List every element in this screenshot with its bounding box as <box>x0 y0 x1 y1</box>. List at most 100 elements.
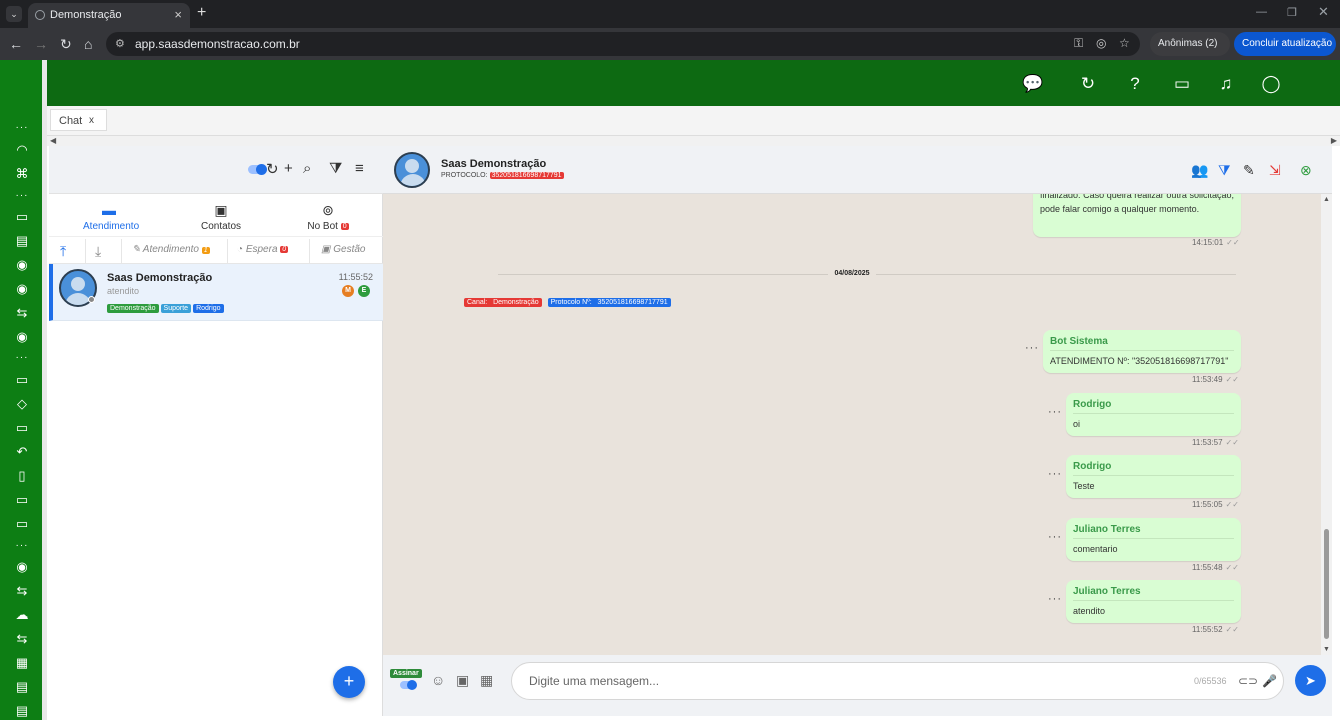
message-bubble: finalizado. Caso queira realizar outra s… <box>1033 194 1241 237</box>
tab-chat[interactable]: Chat x <box>50 109 107 131</box>
protocol-line: PROTOCOLO: 352051816698717791 <box>441 172 564 179</box>
folder-icon[interactable]: ▭ <box>14 421 30 435</box>
user-profile-icon[interactable]: ◯ <box>1260 74 1282 96</box>
conversation-item[interactable]: Saas Demonstração atendito 11:55:52 M E … <box>49 264 383 321</box>
message-icon[interactable]: ▭ <box>14 373 30 387</box>
download-arrow-icon[interactable]: ⤓ <box>95 243 101 260</box>
group-users-icon[interactable]: 👥 <box>1191 162 1208 179</box>
bell-icon[interactable]: ♫ <box>1215 74 1237 96</box>
browser-tab[interactable]: Demonstração × <box>28 3 190 28</box>
online-toggle[interactable] <box>248 164 267 175</box>
update-button[interactable]: Concluir atualização <box>1234 32 1336 56</box>
message-menu-icon[interactable]: ··· <box>1025 342 1039 354</box>
integration-icon[interactable]: ⇆ <box>14 632 30 646</box>
id-card-icon[interactable]: ▭ <box>14 210 30 224</box>
user-group-icon[interactable]: ◉ <box>14 330 30 344</box>
filter-gestao-label: Gestão <box>333 244 366 255</box>
message-text: comentario <box>1073 544 1118 554</box>
tab-search-dropdown-icon[interactable]: ⌄ <box>6 6 22 22</box>
incognito-button[interactable]: Anônimas (2) <box>1150 32 1230 56</box>
transfer-user-icon[interactable]: ✎ <box>1243 162 1255 179</box>
sidebar-dots-icon: ··· <box>15 190 29 201</box>
message-author: Juliano Terres <box>1073 524 1234 539</box>
bookmark-icon[interactable]: ▯ <box>14 469 30 483</box>
restore-icon[interactable]: ❐ <box>1287 6 1297 19</box>
horizontal-scrollbar[interactable]: ◀ ▶ <box>47 136 1340 146</box>
conversation-name: Saas Demonstração <box>107 272 213 284</box>
forward-icon[interactable]: → <box>34 36 48 52</box>
notes-icon[interactable]: ▤ <box>14 704 30 718</box>
send-button[interactable]: ➤ <box>1295 665 1326 696</box>
export-icon[interactable]: ⇲ <box>1269 162 1281 179</box>
message-text: oi <box>1073 419 1081 429</box>
refresh-icon[interactable]: ↻ <box>266 160 279 178</box>
schedule-icon[interactable]: ▦ <box>480 672 493 689</box>
sign-toggle[interactable] <box>400 680 417 690</box>
message-menu-icon[interactable]: ··· <box>1048 593 1062 605</box>
scroll-right-icon[interactable]: ▶ <box>1331 136 1337 145</box>
chats-icon[interactable]: 💬 <box>1022 74 1044 96</box>
star-icon[interactable]: ☆ <box>1119 36 1130 50</box>
reply-icon[interactable]: ↶ <box>14 445 30 459</box>
search-icon[interactable]: ⌕ <box>303 160 311 177</box>
composer: Assinar ☺ ▣ ▦ Digite uma mensagem... 0/6… <box>383 655 1332 716</box>
contact-avatar[interactable] <box>394 152 430 188</box>
back-icon[interactable]: ← <box>9 36 23 52</box>
filter-gestao[interactable]: ▣ Gestão <box>321 244 365 255</box>
scroll-up-icon[interactable]: ▲ <box>1323 196 1330 203</box>
refresh-icon[interactable]: ↻ <box>1077 74 1099 96</box>
upload-arrow-icon[interactable]: ⤒ <box>60 243 66 260</box>
calendar-icon[interactable]: ▦ <box>14 656 30 670</box>
sync-icon[interactable]: ⇆ <box>14 584 30 598</box>
close-tab-icon[interactable]: × <box>174 7 182 22</box>
new-tab-icon[interactable]: + <box>197 4 206 22</box>
help-icon[interactable]: ? <box>1124 74 1146 96</box>
message-input[interactable]: Digite uma mensagem... 0/65536 ⊂⊃ 🎤 <box>511 662 1284 700</box>
site-settings-icon[interactable]: ⚙ <box>115 37 125 50</box>
report-icon[interactable]: ▤ <box>14 680 30 694</box>
quick-reply-icon[interactable]: ▣ <box>456 672 469 689</box>
tab-chat-close[interactable]: x <box>89 115 94 126</box>
sort-menu-icon[interactable]: ≡ <box>355 160 364 177</box>
announcement-icon[interactable]: ▭ <box>1171 74 1193 96</box>
chat-icon[interactable]: ▭ <box>14 493 30 507</box>
message-menu-icon[interactable]: ··· <box>1048 531 1062 543</box>
chat-lines-icon[interactable]: ▭ <box>14 517 30 531</box>
close-ticket-icon[interactable]: ⊗ <box>1300 162 1312 179</box>
reload-icon[interactable]: ↻ <box>60 36 72 53</box>
microphone-icon[interactable]: 🎤 <box>1262 674 1277 688</box>
minimize-icon[interactable]: — <box>1256 6 1267 18</box>
user-gear-icon[interactable]: ◉ <box>14 282 30 296</box>
tab-no-bot[interactable]: ⊚ No Bot 0 <box>305 202 351 232</box>
filter-icon[interactable]: ⧩ <box>329 160 342 177</box>
home-icon[interactable]: ⌂ <box>84 36 92 52</box>
cloud-icon[interactable]: ☁ <box>14 608 30 622</box>
eye-off-icon[interactable]: ◎ <box>1096 36 1106 50</box>
tab-contatos[interactable]: ▣ Contatos <box>197 202 245 232</box>
key-icon[interactable]: ⚿ <box>1074 36 1083 51</box>
filter-atendimento[interactable]: ✎ Atendimento 1 <box>132 244 210 255</box>
new-conversation-button[interactable]: + <box>333 666 365 698</box>
message-menu-icon[interactable]: ··· <box>1048 406 1062 418</box>
tag-icon[interactable]: ◇ <box>14 397 30 411</box>
user-icon[interactable]: ◉ <box>14 258 30 272</box>
user-config-icon[interactable]: ◉ <box>14 560 30 574</box>
attach-icon[interactable]: ⊂⊃ <box>1238 674 1258 688</box>
message-menu-icon[interactable]: ··· <box>1048 468 1062 480</box>
document-icon[interactable]: ▤ <box>14 234 30 248</box>
tab-contatos-label: Contatos <box>200 221 242 232</box>
scroll-down-icon[interactable]: ▼ <box>1323 646 1330 653</box>
close-window-icon[interactable]: ✕ <box>1318 4 1329 20</box>
scroll-left-icon[interactable]: ◀ <box>50 136 56 145</box>
org-chart-icon[interactable]: ⌘ <box>14 167 30 181</box>
emoji-icon[interactable]: ☺ <box>431 672 445 688</box>
add-icon[interactable]: + <box>284 160 293 177</box>
scrollbar-thumb[interactable] <box>1324 529 1329 639</box>
filter-espera[interactable]: ◔ Espera 0 <box>237 244 289 255</box>
filter-icon[interactable]: ⧩ <box>1218 162 1231 179</box>
dashboard-gauge-icon[interactable]: ◠ <box>14 143 30 157</box>
message-scrollbar[interactable]: ▲ ▼ <box>1321 194 1332 655</box>
tab-atendimento[interactable]: ▬ Atendimento <box>83 202 139 232</box>
url-field[interactable]: ⚙ app.saasdemonstracao.com.br ⚿ ◎ ☆ <box>106 32 1140 56</box>
transfer-icon[interactable]: ⇆ <box>14 306 30 320</box>
